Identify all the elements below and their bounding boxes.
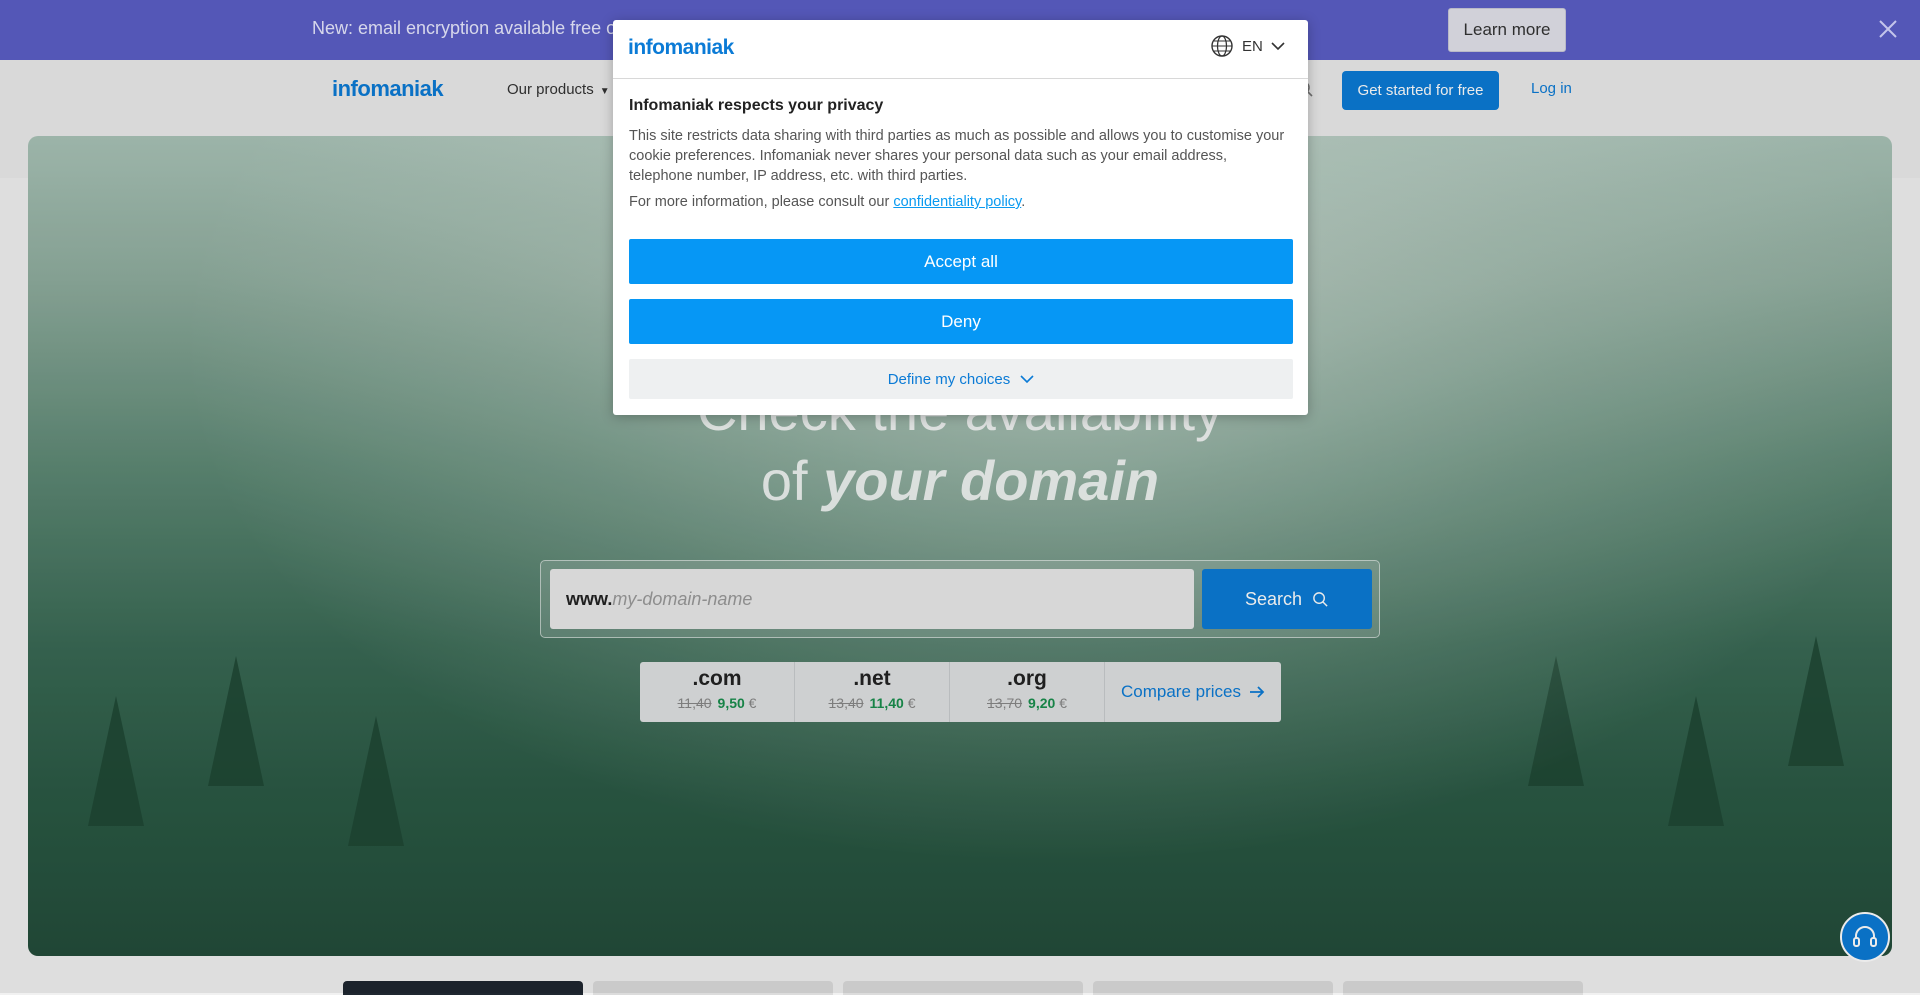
confidentiality-policy-link[interactable]: confidentiality policy xyxy=(893,194,1021,210)
define-choices-label: Define my choices xyxy=(887,370,1011,388)
modal-header: infomaniak EN xyxy=(613,20,1308,79)
more-info-prefix: For more information, please consult our xyxy=(629,194,894,210)
language-label: EN xyxy=(1242,37,1263,55)
modal-more-info: For more information, please consult our… xyxy=(629,194,1025,210)
accept-all-button[interactable]: Accept all xyxy=(629,239,1293,284)
modal-title: Infomaniak respects your privacy xyxy=(629,97,884,114)
deny-button[interactable]: Deny xyxy=(629,299,1293,344)
more-info-suffix: . xyxy=(1021,194,1026,210)
define-choices-button[interactable]: Define my choices xyxy=(629,359,1293,399)
modal-description: This site restricts data sharing with th… xyxy=(629,128,1285,184)
chevron-down-icon xyxy=(1271,41,1285,50)
language-selector[interactable]: EN xyxy=(1210,34,1285,58)
modal-logo: infomaniak xyxy=(628,36,734,59)
cookie-consent-modal: infomaniak EN Infomaniak respects your p… xyxy=(613,20,1308,415)
chevron-down-icon xyxy=(1020,374,1034,383)
globe-icon xyxy=(1211,35,1233,57)
